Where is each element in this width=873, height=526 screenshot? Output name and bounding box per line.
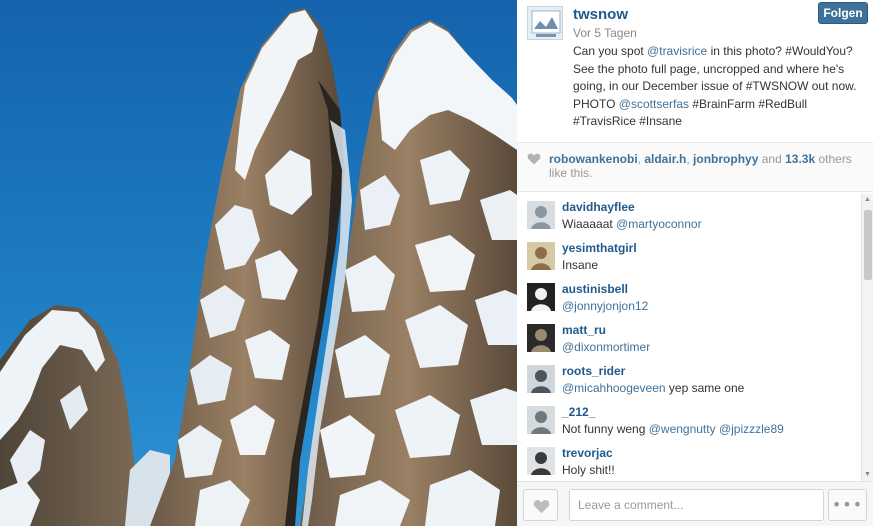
post-timestamp: Vor 5 Tagen — [573, 26, 637, 40]
scroll-thumb[interactable] — [864, 210, 872, 280]
caption-text: Can you spot — [573, 44, 648, 58]
liker-link[interactable]: jonbrophyy — [693, 152, 758, 166]
like-button[interactable] — [523, 489, 558, 521]
comment-username[interactable]: _212_ — [562, 405, 595, 419]
avatar[interactable] — [527, 6, 563, 40]
mention-link[interactable]: @dixonmortimer — [562, 340, 650, 354]
liker-link[interactable]: robowankenobi — [549, 152, 638, 166]
mention-link[interactable]: @wengnutty — [649, 422, 716, 436]
mention-link[interactable]: @travisrice — [647, 44, 707, 58]
avatar[interactable] — [527, 324, 555, 352]
follow-button[interactable]: Folgen — [818, 2, 868, 24]
comments-list[interactable]: davidhayflee Wiaaaaat @martyoconnor yesimt… — [517, 192, 873, 481]
post-photo[interactable] — [0, 0, 517, 526]
comment-text: @jonnyjonjon12 — [562, 299, 648, 313]
avatar[interactable] — [527, 406, 555, 434]
avatar[interactable] — [527, 283, 555, 311]
likes-and: and — [758, 152, 786, 166]
comment-row: _212_ Not funny weng @wengnutty @jpizzzle… — [527, 397, 857, 439]
comment-text: Holy shit!! — [562, 463, 615, 477]
comment-text: @dixonmortimer — [562, 340, 650, 354]
scroll-up-icon[interactable]: ▲ — [862, 194, 873, 206]
mention-link[interactable]: @jonnyjonjon12 — [562, 299, 648, 313]
comment-username[interactable]: trevorjac — [562, 446, 613, 460]
comment-row: matt_ru @dixonmortimer — [527, 315, 857, 357]
comment-text: Insane — [562, 258, 598, 272]
scroll-down-icon[interactable]: ▼ — [862, 469, 873, 481]
comment-username[interactable]: yesimthatgirl — [562, 241, 637, 255]
avatar[interactable] — [527, 242, 555, 270]
avatar[interactable] — [527, 201, 555, 229]
mountain-photo-image — [0, 0, 517, 526]
comment-input[interactable] — [569, 489, 824, 521]
comment-username[interactable]: matt_ru — [562, 323, 606, 337]
comments-scrollbar[interactable]: ▲ ▼ — [861, 194, 873, 481]
more-options-button[interactable]: ••• — [828, 489, 867, 521]
profile-picture-icon — [528, 7, 562, 39]
comment-text-part: yep same one — [665, 381, 745, 395]
avatar[interactable] — [527, 365, 555, 393]
post-header: twsnow Vor 5 Tagen Folgen Can you spot @… — [517, 0, 873, 142]
post-details-panel: twsnow Vor 5 Tagen Folgen Can you spot @… — [517, 0, 873, 526]
comment-text-part: Insane — [562, 258, 599, 272]
comment-text: Wiaaaaat @martyoconnor — [562, 217, 702, 231]
comment-row: yesimthatgirl Insane — [527, 233, 857, 275]
likes-text: robowankenobi, aldair.h, jonbrophyy and … — [549, 152, 867, 180]
avatar[interactable] — [527, 447, 555, 475]
likes-summary: robowankenobi, aldair.h, jonbrophyy and … — [517, 143, 873, 190]
heart-icon — [533, 499, 550, 514]
comment-footer: ••• — [517, 481, 873, 526]
heart-icon — [527, 153, 541, 165]
comment-text: @micahhoogeveen yep same one — [562, 381, 744, 395]
likes-count[interactable]: 13.3k — [785, 152, 815, 166]
comment-row: davidhayflee Wiaaaaat @martyoconnor — [527, 192, 857, 234]
comment-username[interactable]: roots_rider — [562, 364, 625, 378]
comment-text: Not funny weng @wengnutty @jpizzzle89 — [562, 422, 784, 436]
mention-link[interactable]: @scottserfas — [619, 97, 689, 111]
comment-username[interactable]: austinisbell — [562, 282, 628, 296]
comment-text-part: Not funny weng — [562, 422, 649, 436]
post-caption: Can you spot @travisrice in this photo? … — [573, 43, 863, 131]
post-username[interactable]: twsnow — [573, 6, 628, 23]
mention-link[interactable]: @micahhoogeveen — [562, 381, 666, 395]
comment-row: roots_rider @micahhoogeveen yep same one — [527, 356, 857, 398]
mention-link[interactable]: @jpizzzle89 — [719, 422, 784, 436]
comment-text-part: Wiaaaaat — [562, 217, 617, 231]
liker-link[interactable]: aldair.h — [644, 152, 686, 166]
comment-username[interactable]: davidhayflee — [562, 200, 635, 214]
comment-row: trevorjac Holy shit!! — [527, 438, 857, 480]
comment-row: austinisbell @jonnyjonjon12 — [527, 274, 857, 316]
comment-text-part: Holy shit!! — [562, 463, 615, 477]
mention-link[interactable]: @martyoconnor — [616, 217, 702, 231]
